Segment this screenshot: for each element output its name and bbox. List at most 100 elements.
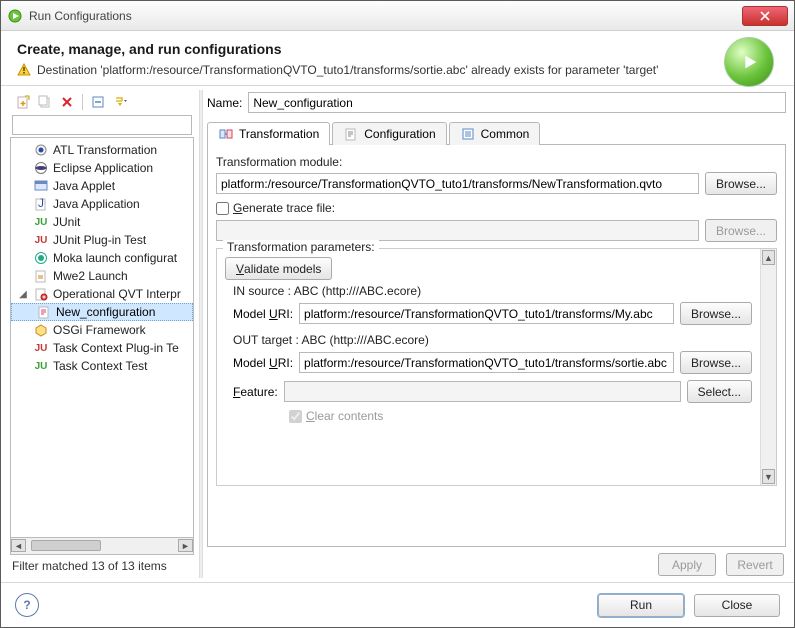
common-tab-icon [460, 126, 476, 142]
feature-label: Feature: [233, 385, 278, 399]
java-icon: J [33, 196, 49, 212]
filter-input[interactable] [12, 115, 192, 135]
mwe2-icon [33, 268, 49, 284]
trace-checkbox[interactable] [216, 202, 229, 215]
window-title: Run Configurations [29, 9, 132, 23]
tree-horizontal-scrollbar[interactable]: ◄ ► [10, 538, 194, 555]
param-in-head: IN source : ABC (http:///ABC.ecore) [233, 284, 752, 298]
tab-label: Configuration [364, 127, 435, 141]
junit-icon: JU [33, 214, 49, 230]
app-icon [7, 8, 23, 24]
scroll-right-arrow[interactable]: ► [178, 539, 193, 552]
warning-text: Destination 'platform:/resource/Transfor… [37, 63, 658, 77]
tab-configuration[interactable]: Configuration [332, 122, 446, 145]
model-uri-label: Model URI: [233, 307, 293, 321]
osgi-icon [33, 322, 49, 338]
moka-icon [33, 250, 49, 266]
feature-select-button[interactable]: Select... [687, 380, 752, 403]
tree-item-java-applet[interactable]: Java Applet [11, 177, 193, 195]
help-button[interactable]: ? [15, 593, 39, 617]
in-browse-button[interactable]: Browse... [680, 302, 752, 325]
tree-item-task-test[interactable]: JUTask Context Test [11, 357, 193, 375]
tree-item-atl[interactable]: ATL Transformation [11, 141, 193, 159]
atl-icon [33, 142, 49, 158]
tree-item-junit[interactable]: JUJUnit [11, 213, 193, 231]
help-icon: ? [23, 598, 30, 612]
name-label: Name: [207, 96, 242, 110]
form-area: Transformation module: Browse... Generat… [207, 145, 786, 547]
scroll-thumb[interactable] [31, 540, 101, 551]
eclipse-icon [33, 160, 49, 176]
tree-item-osgi[interactable]: OSGi Framework [11, 321, 193, 339]
tree-item-java-app[interactable]: JJava Application [11, 195, 193, 213]
expand-toggle[interactable]: ◢ [17, 289, 29, 300]
delete-config-button[interactable] [58, 93, 76, 111]
dialog-header: Create, manage, and run configurations D… [1, 31, 794, 85]
in-uri-input[interactable] [299, 303, 674, 324]
trace-label: Generate trace file: [233, 201, 335, 215]
dialog-heading: Create, manage, and run configurations [17, 41, 778, 57]
warning-row: Destination 'platform:/resource/Transfor… [17, 63, 778, 77]
module-browse-button[interactable]: Browse... [705, 172, 777, 195]
run-button[interactable]: Run [598, 594, 684, 617]
left-panel: ATL Transformation Eclipse Application J… [9, 90, 195, 578]
sash[interactable] [199, 90, 203, 578]
qvto-icon [33, 286, 49, 302]
tree-item-junit-plugin[interactable]: JUJUnit Plug-in Test [11, 231, 193, 249]
close-button[interactable]: Close [694, 594, 780, 617]
out-browse-button[interactable]: Browse... [680, 351, 752, 374]
titlebar[interactable]: Run Configurations [1, 1, 794, 31]
filter-status: Filter matched 13 of 13 items [10, 555, 194, 577]
tree-item-qvto[interactable]: ◢Operational QVT Interpr [11, 285, 193, 303]
new-config-button[interactable] [14, 93, 32, 111]
duplicate-config-button[interactable] [36, 93, 54, 111]
params-vertical-scrollbar[interactable]: ▲ ▼ [760, 249, 776, 485]
close-icon [760, 11, 770, 21]
model-uri-label: Model URI: [233, 356, 293, 370]
param-out-head: OUT target : ABC (http:///ABC.ecore) [233, 333, 752, 347]
module-input[interactable] [216, 173, 699, 194]
params-label: Transformation parameters: [223, 240, 379, 254]
name-input[interactable] [248, 92, 786, 113]
scroll-down-arrow[interactable]: ▼ [762, 469, 775, 484]
tab-common[interactable]: Common [449, 122, 541, 145]
validate-models-button[interactable]: Validate models [225, 257, 332, 280]
dialog-body: ATL Transformation Eclipse Application J… [1, 86, 794, 582]
tab-bar: Transformation Configuration Common [207, 121, 786, 145]
config-tree[interactable]: ATL Transformation Eclipse Application J… [10, 137, 194, 538]
trace-browse-button: Browse... [705, 219, 777, 242]
scroll-up-arrow[interactable]: ▲ [762, 250, 775, 265]
tree-item-task-plugin-test[interactable]: JUTask Context Plug-in Te [11, 339, 193, 357]
run-orb-icon [724, 37, 774, 87]
param-out-block: OUT target : ABC (http:///ABC.ecore) Mod… [233, 333, 752, 423]
tree-item-mwe2[interactable]: Mwe2 Launch [11, 267, 193, 285]
svg-text:J: J [38, 197, 44, 210]
out-uri-input[interactable] [299, 352, 674, 373]
junit-plugin-icon: JU [33, 232, 49, 248]
config-toolbar [10, 91, 194, 115]
transformation-tab-icon [218, 126, 234, 142]
tree-item-new-configuration[interactable]: New_configuration [11, 303, 193, 321]
tab-transformation[interactable]: Transformation [207, 122, 330, 145]
task-plugin-icon: JU [33, 340, 49, 356]
window-close-button[interactable] [742, 6, 788, 26]
feature-input [284, 381, 681, 402]
tab-label: Transformation [239, 127, 319, 141]
tab-label: Common [481, 127, 530, 141]
apply-revert-row: Apply Revert [207, 547, 786, 578]
collapse-all-button[interactable] [89, 93, 107, 111]
params-group: Transformation parameters: Validate mode… [216, 248, 777, 486]
trace-file-input [216, 220, 699, 241]
tree-item-moka[interactable]: Moka launch configurat [11, 249, 193, 267]
clear-contents-label: Clear contents [306, 409, 383, 423]
param-in-block: IN source : ABC (http:///ABC.ecore) Mode… [233, 284, 752, 325]
revert-button: Revert [726, 553, 784, 576]
filter-menu-button[interactable] [111, 93, 129, 111]
configuration-tab-icon [343, 126, 359, 142]
module-label: Transformation module: [216, 155, 777, 169]
tree-item-eclipse-app[interactable]: Eclipse Application [11, 159, 193, 177]
toolbar-separator [82, 94, 83, 110]
scroll-left-arrow[interactable]: ◄ [11, 539, 26, 552]
task-test-icon: JU [33, 358, 49, 374]
dialog-footer: ? Run Close [1, 582, 794, 627]
